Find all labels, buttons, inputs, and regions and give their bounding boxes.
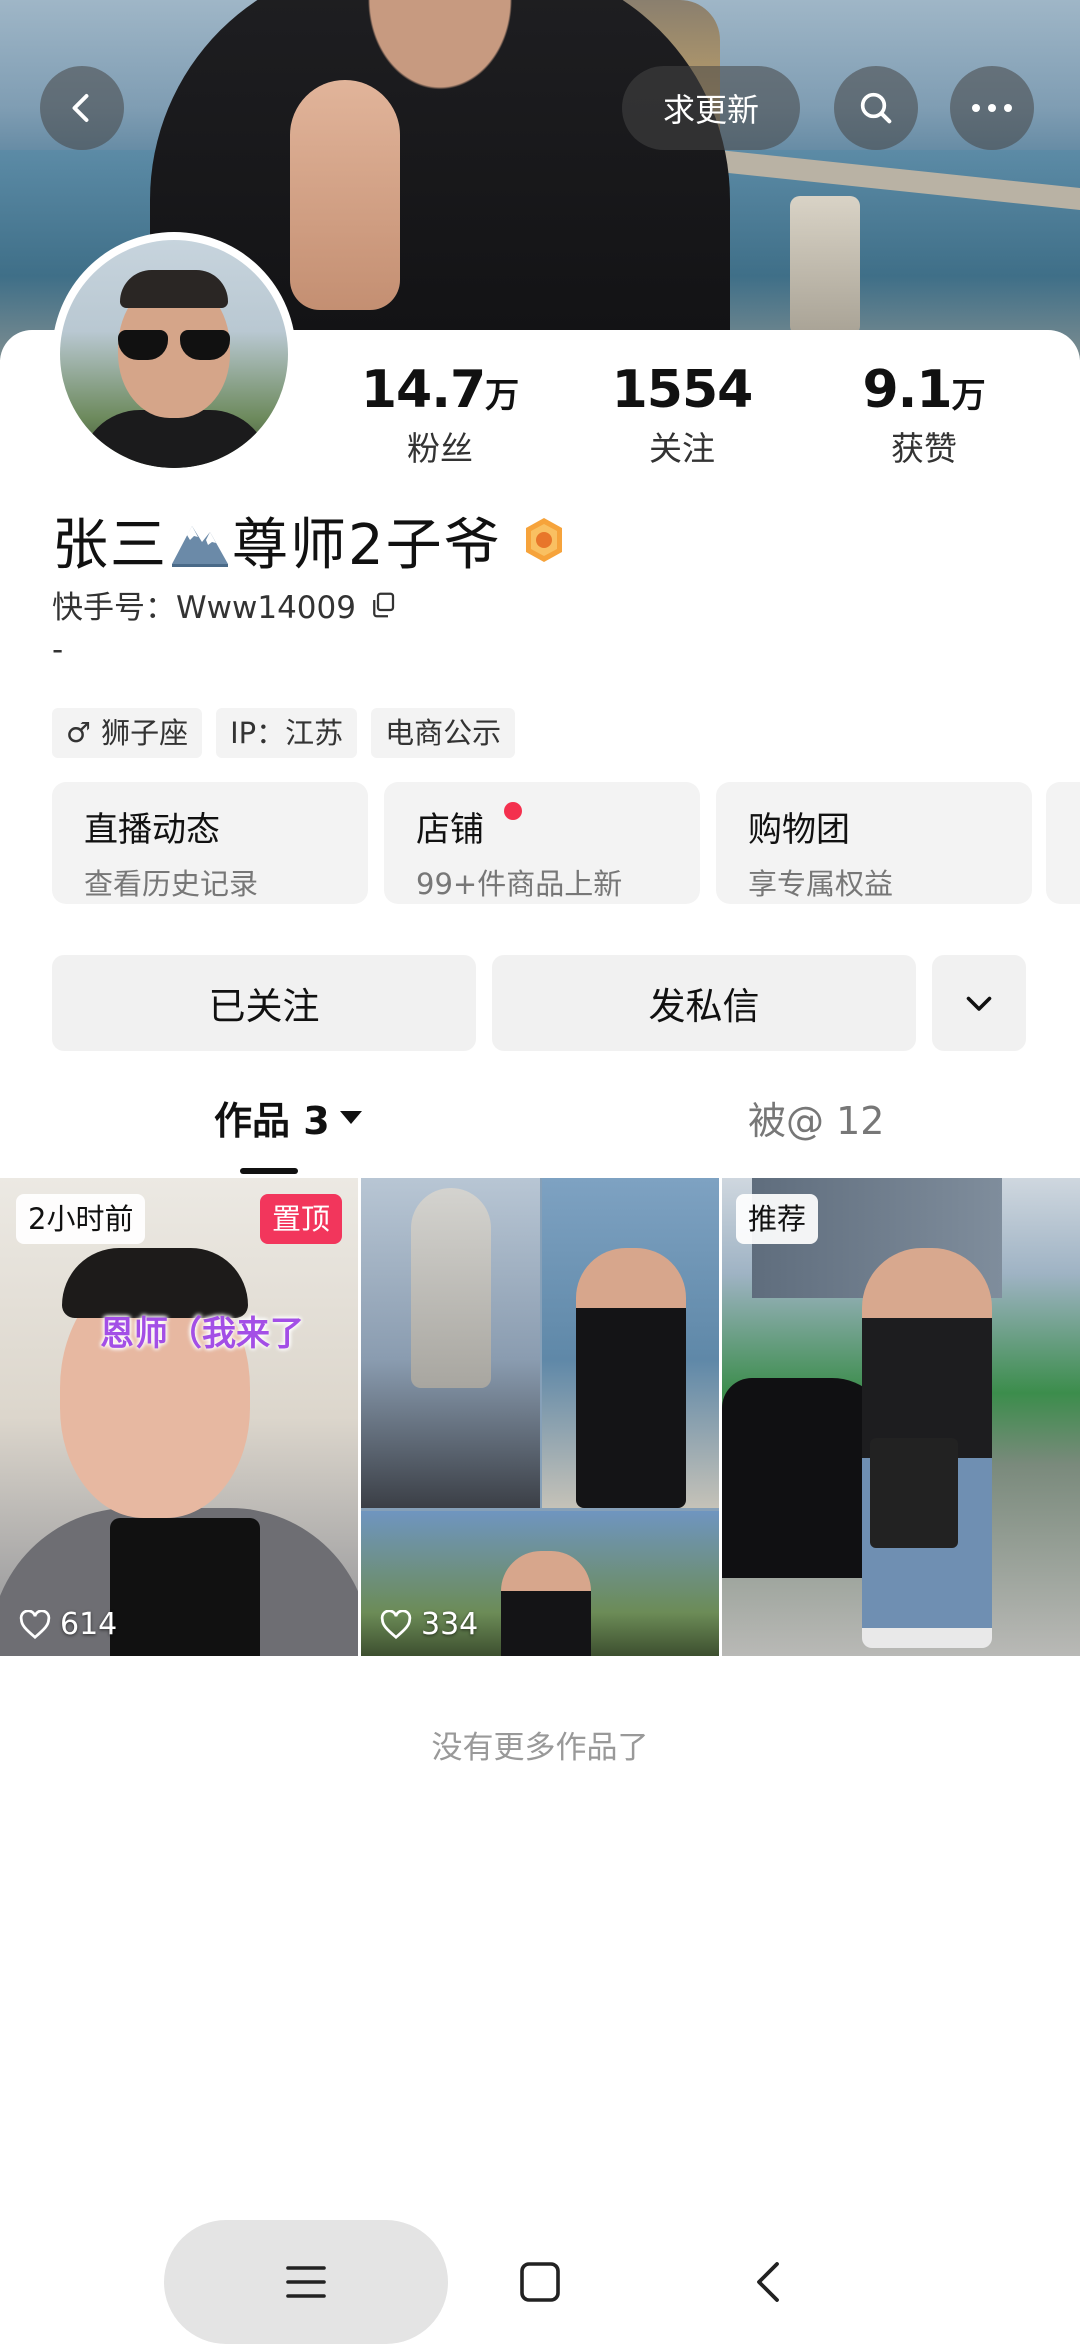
mountain-emoji-icon (172, 526, 228, 567)
recent-apps-button[interactable] (164, 2220, 448, 2344)
search-button[interactable] (834, 66, 918, 150)
profile-name-part1: 张三 (52, 512, 168, 578)
video-card[interactable]: 334 (361, 1178, 719, 1656)
request-update-button[interactable]: 求更新 (622, 66, 800, 150)
tab-mentioned[interactable]: 被@ 12 (748, 1090, 884, 1145)
triangle-back-icon (757, 2262, 779, 2302)
more-dots-icon (972, 104, 1012, 112)
expand-button[interactable] (932, 955, 1026, 1051)
avatar-photo (60, 240, 288, 468)
video-likes: 614 (18, 1607, 117, 1642)
message-button[interactable]: 发私信 (492, 955, 916, 1051)
profile-actions: 已关注 发私信 (52, 955, 1026, 1051)
tile-group-title: 购物团 (748, 810, 850, 850)
stat-likes-label: 获赞 (891, 429, 957, 468)
stat-following-label: 关注 (649, 429, 715, 468)
notification-dot (504, 802, 522, 820)
recommended-badge: 推荐 (736, 1194, 819, 1244)
more-options-button[interactable] (950, 66, 1034, 150)
male-icon: ♂ (66, 716, 92, 749)
followed-button[interactable]: 已关注 (52, 955, 476, 1051)
pinned-badge: 置顶 (259, 1194, 342, 1244)
chevron-down-icon (966, 996, 992, 1011)
video-caption: 恩师（我来了 (100, 1314, 304, 1354)
video-likes-count: 334 (421, 1607, 479, 1642)
verified-badge-icon[interactable] (522, 516, 566, 564)
content-tabs: 作品 3 被@ 12 (0, 1090, 1080, 1180)
back-button[interactable] (40, 66, 124, 150)
tile-live-sub: 查看历史记录 (84, 867, 259, 901)
tag-zodiac: ♂ 狮子座 (52, 708, 203, 758)
system-back-button[interactable] (728, 2242, 808, 2322)
tile-live-title: 直播动态 (84, 810, 220, 850)
copy-icon[interactable] (368, 590, 398, 620)
stat-followers[interactable]: 14.7万 粉丝 (340, 360, 540, 470)
caret-down-icon (339, 1111, 362, 1124)
square-home-icon (520, 2262, 560, 2302)
video-grid: 恩师（我来了 2小时前 置顶 614 334 推荐 (0, 1178, 1080, 1656)
request-update-label: 求更新 (662, 91, 759, 129)
feature-tiles: 直播动态 查看历史记录 店铺 99+件商品上新 购物团 享专属权益 (52, 782, 1032, 904)
tile-shop-sub: 99+件商品上新 (416, 867, 623, 901)
stat-followers-unit: 万 (485, 376, 520, 416)
video-card[interactable]: 恩师（我来了 2小时前 置顶 614 (0, 1178, 358, 1656)
home-button[interactable] (500, 2242, 580, 2322)
tile-group-sub: 享专属权益 (748, 867, 894, 901)
tag-zodiac-label: 狮子座 (101, 716, 189, 750)
stat-likes-number: 9.1 (862, 360, 952, 420)
stat-followers-label: 粉丝 (407, 429, 473, 468)
stat-likes[interactable]: 9.1万 获赞 (824, 360, 1024, 470)
kuaishou-id: 快手号：Www14009 (52, 590, 356, 626)
heart-icon (19, 1609, 51, 1639)
profile-name-row: 张三 尊师2子爷 (52, 500, 566, 580)
search-icon (860, 92, 892, 124)
tab-active-indicator (240, 1168, 298, 1174)
tab-works-label: 作品 3 (214, 1099, 330, 1143)
video-card[interactable]: 推荐 (722, 1178, 1080, 1656)
video-time-badge: 2小时前 (16, 1194, 146, 1244)
stat-following[interactable]: 1554 关注 (582, 360, 782, 470)
video-likes-count: 614 (60, 1607, 118, 1642)
profile-name-part2: 尊师2子爷 (232, 512, 502, 578)
tab-works[interactable]: 作品 3 (214, 1090, 362, 1145)
profile-tags: ♂ 狮子座 IP：江苏 电商公示 (52, 708, 516, 758)
no-more-works-text: 没有更多作品了 (431, 1730, 649, 1766)
avatar[interactable] (52, 232, 296, 476)
stat-followers-number: 14.7 (360, 360, 486, 420)
tile-live-history[interactable]: 直播动态 查看历史记录 (52, 782, 368, 904)
tag-ecommerce[interactable]: 电商公示 (371, 708, 516, 758)
kuaishou-id-row[interactable]: 快手号：Www14009 (52, 582, 398, 627)
tile-shop-title: 店铺 (416, 810, 484, 850)
menu-lines-icon (286, 2266, 326, 2298)
banner-hands (290, 80, 400, 310)
video-likes: 334 (379, 1607, 478, 1642)
chevron-left-icon (72, 94, 89, 122)
banner-pillar (790, 196, 860, 336)
tile-shopping-group[interactable]: 购物团 享专属权益 (716, 782, 1032, 904)
profile-bio: - (52, 632, 64, 668)
tile-next-partial[interactable] (1046, 782, 1080, 904)
system-nav-bar (0, 2220, 1080, 2348)
stat-following-number: 1554 (611, 360, 754, 420)
tile-shop[interactable]: 店铺 99+件商品上新 (384, 782, 700, 904)
heart-icon (380, 1609, 412, 1639)
stat-likes-unit: 万 (951, 376, 986, 416)
tag-ip: IP：江苏 (216, 708, 358, 758)
